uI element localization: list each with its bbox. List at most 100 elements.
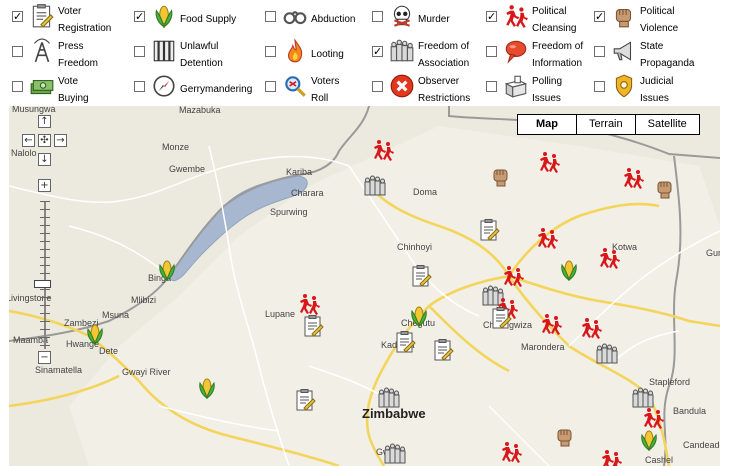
pan-left-button[interactable]: ← — [22, 134, 35, 147]
incident-marker-fist[interactable] — [553, 424, 577, 448]
filter-checkbox[interactable]: ✓ — [486, 11, 497, 22]
filter-looting[interactable]: Looting — [253, 36, 371, 70]
pan-right-button[interactable]: → — [54, 134, 67, 147]
filter-label: Food Supply — [180, 11, 242, 28]
incident-marker-running-people[interactable] — [641, 406, 665, 430]
filter-gerrymandering[interactable]: Gerrymandering — [122, 71, 253, 105]
speech-bubble-icon — [503, 38, 529, 64]
incident-marker-corn[interactable] — [407, 304, 431, 328]
filter-checkbox[interactable] — [486, 81, 497, 92]
filter-checkbox[interactable]: ✓ — [372, 46, 383, 57]
incident-marker-running-people[interactable] — [499, 440, 523, 464]
filter-checkbox[interactable] — [486, 46, 497, 57]
filter-checkbox[interactable] — [372, 81, 383, 92]
filter-political-violence[interactable]: ✓ Political Violence — [582, 1, 700, 35]
filter-checkbox[interactable] — [12, 46, 23, 57]
incident-marker-fist[interactable] — [653, 176, 677, 200]
incident-marker-crowd[interactable] — [363, 174, 387, 198]
incident-marker-fist[interactable] — [489, 164, 513, 188]
zoom-tick — [40, 257, 50, 258]
incident-marker-clipboard[interactable] — [293, 388, 317, 412]
filter-observer-restrictions[interactable]: Observer Restrictions — [360, 71, 478, 105]
map-type-satellite-button[interactable]: Satellite — [634, 115, 699, 134]
filter-label-line: Issues — [640, 93, 669, 104]
zoom-tick — [40, 225, 50, 226]
pan-center-button[interactable]: ✣ — [38, 134, 51, 147]
filter-checkbox[interactable] — [594, 46, 605, 57]
zoom-slider-track[interactable] — [40, 201, 50, 349]
filter-checkbox[interactable] — [265, 11, 276, 22]
filter-checkbox[interactable]: ✓ — [134, 11, 145, 22]
filter-political-cleansing[interactable]: ✓ Political Cleansing — [474, 1, 592, 35]
incident-marker-crowd[interactable] — [383, 442, 407, 466]
incident-marker-running-people[interactable] — [535, 226, 559, 250]
incident-marker-corn[interactable] — [155, 258, 179, 282]
filter-label-line: Propaganda — [640, 58, 695, 69]
filter-checkbox[interactable] — [265, 46, 276, 57]
filter-checkbox[interactable]: ✓ — [12, 11, 23, 22]
filter-checkbox[interactable] — [134, 81, 145, 92]
filter-checkbox[interactable] — [265, 81, 276, 92]
incident-map[interactable]: Musungwa Mazabuka Nalolo Monze Gwembe Ka… — [9, 106, 720, 466]
incident-marker-crowd[interactable] — [377, 386, 401, 410]
filter-freedom-of-information[interactable]: Freedom of Information — [474, 36, 592, 70]
incident-marker-running-people[interactable] — [579, 316, 603, 340]
filter-label-line: Detention — [180, 58, 223, 69]
crowd-icon — [377, 386, 401, 410]
map-type-terrain-button[interactable]: Terrain — [576, 115, 635, 134]
filter-freedom-of-association[interactable]: ✓ Freedom of Association — [360, 36, 478, 70]
incident-marker-crowd[interactable] — [595, 342, 619, 366]
place-label: Stapleford — [649, 377, 691, 387]
filter-label: Observer Restrictions — [418, 73, 480, 107]
fist-icon — [653, 176, 677, 200]
filter-voters-roll[interactable]: Voters Roll — [253, 71, 371, 105]
filter-checkbox[interactable] — [594, 81, 605, 92]
filter-label-line: Restrictions — [418, 93, 471, 104]
filter-judicial-issues[interactable]: Judicial Issues — [582, 71, 700, 105]
running-people-icon — [579, 316, 603, 340]
crowd-icon — [595, 342, 619, 366]
filter-polling-issues[interactable]: Polling Issues — [474, 71, 592, 105]
map-type-map-button[interactable]: Map — [518, 115, 576, 134]
filter-food-supply[interactable]: ✓ Food Supply — [122, 1, 240, 35]
zoom-out-button[interactable]: − — [38, 351, 51, 364]
zoom-in-button[interactable]: + — [38, 179, 51, 192]
incident-marker-running-people[interactable] — [599, 448, 623, 466]
corn-icon — [557, 258, 581, 282]
pan-down-button[interactable]: ↓ — [38, 153, 51, 166]
incident-marker-clipboard[interactable] — [301, 314, 325, 338]
incident-marker-running-people[interactable] — [539, 312, 563, 336]
incident-marker-clipboard[interactable] — [489, 306, 513, 330]
incident-marker-corn[interactable] — [637, 428, 661, 452]
filter-abduction[interactable]: Abduction — [253, 1, 371, 35]
filter-checkbox[interactable] — [372, 11, 383, 22]
filter-checkbox[interactable] — [134, 46, 145, 57]
filter-voter-registration[interactable]: ✓ Voter Registration — [0, 1, 118, 35]
filter-press-freedom[interactable]: Press Freedom — [0, 36, 118, 70]
incident-marker-clipboard[interactable] — [393, 330, 417, 354]
place-label: Candeado — [683, 440, 720, 450]
pan-up-button[interactable]: ↑ — [38, 115, 51, 128]
filter-label-line: Gerrymandering — [180, 84, 253, 95]
filter-state-propaganda[interactable]: State Propaganda — [582, 36, 700, 70]
filter-checkbox[interactable]: ✓ — [594, 11, 605, 22]
filter-checkbox[interactable] — [12, 81, 23, 92]
incident-marker-running-people[interactable] — [597, 246, 621, 270]
incident-marker-clipboard[interactable] — [431, 338, 455, 362]
filter-label: Judicial Issues — [640, 73, 702, 107]
filter-unlawful-detention[interactable]: Unlawful Detention — [122, 36, 240, 70]
filter-label: Political Violence — [640, 3, 702, 37]
filter-murder[interactable]: Murder — [360, 1, 478, 35]
corn-icon — [155, 258, 179, 282]
incident-marker-corn[interactable] — [195, 376, 219, 400]
incident-marker-running-people[interactable] — [537, 150, 561, 174]
incident-marker-corn[interactable] — [83, 322, 107, 346]
incident-marker-clipboard[interactable] — [409, 264, 433, 288]
filter-vote-buying[interactable]: Vote Buying — [0, 71, 118, 105]
zoom-slider-handle[interactable] — [34, 280, 51, 288]
incident-marker-clipboard[interactable] — [477, 218, 501, 242]
incident-marker-corn[interactable] — [557, 258, 581, 282]
incident-marker-running-people[interactable] — [621, 166, 645, 190]
incident-marker-running-people[interactable] — [371, 138, 395, 162]
incident-marker-running-people[interactable] — [297, 292, 321, 316]
